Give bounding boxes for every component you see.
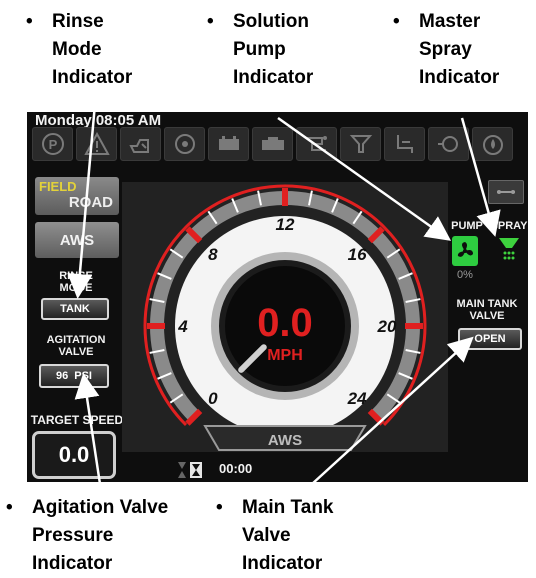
agitation-pressure-unit: PSI bbox=[74, 370, 92, 382]
gauge-tick-label: 12 bbox=[276, 215, 295, 234]
callout-solution-pump: • Solution Pump Indicator bbox=[207, 8, 357, 98]
gauge-tick-label: 4 bbox=[177, 317, 188, 336]
speedometer-panel: 0 4 8 12 16 20 24 0.0 MPH AWS bbox=[122, 182, 448, 452]
hydraulic-icon bbox=[296, 127, 337, 161]
main-tank-valve-label: MAIN TANK VALVE bbox=[456, 298, 518, 322]
pump-percent: 0% bbox=[457, 269, 473, 281]
pump-label: PUMP bbox=[451, 220, 483, 232]
fuel-icon bbox=[428, 127, 469, 161]
main-tank-valve-indicator[interactable]: OPEN bbox=[458, 328, 522, 350]
callout-main-tank-valve: • Main Tank Valve Indicator bbox=[216, 494, 376, 578]
target-speed-label: TARGET SPEED bbox=[30, 413, 124, 427]
aws-button[interactable]: AWS bbox=[35, 222, 119, 258]
rinse-mode-label: RINSE MODE bbox=[59, 270, 93, 294]
speed-unit: MPH bbox=[267, 347, 303, 364]
warning-icon-row: P bbox=[32, 127, 526, 161]
coolant-icon bbox=[164, 127, 205, 161]
pump-fan-icon bbox=[457, 242, 473, 257]
callout-master-spray-text: Master Spray Indicator bbox=[419, 11, 500, 88]
callout-solution-pump-text: Solution Pump Indicator bbox=[233, 11, 314, 88]
alternator-icon bbox=[252, 127, 293, 161]
hourglass-icon bbox=[177, 461, 205, 479]
gauge-tick-label: 8 bbox=[208, 245, 218, 264]
gauge-tick-label: 24 bbox=[347, 389, 367, 408]
expand-icon bbox=[497, 190, 515, 194]
speedometer-gauge: 0 4 8 12 16 20 24 0.0 MPH AWS bbox=[143, 184, 427, 451]
callout-agitation-valve: • Agitation Valve Pressure Indicator bbox=[6, 494, 206, 578]
agitation-valve-indicator[interactable]: 96 PSI bbox=[39, 364, 109, 388]
gauge-tick-label: 0 bbox=[208, 389, 218, 408]
field-label: FIELD bbox=[39, 179, 77, 194]
timer-display: 00:00 bbox=[219, 461, 253, 476]
expand-button[interactable] bbox=[488, 180, 524, 204]
callout-rinse-mode: • Rinse Mode Indicator bbox=[26, 8, 196, 98]
svg-text:P: P bbox=[48, 137, 57, 152]
spray-label: SPRAY bbox=[490, 220, 528, 232]
rinse-mode-indicator[interactable]: TANK bbox=[41, 298, 109, 320]
warning-icon bbox=[76, 127, 117, 161]
parking-brake-icon: P bbox=[32, 127, 73, 161]
callout-main-tank-valve-text: Main Tank Valve Indicator bbox=[242, 497, 334, 574]
speed-value: 0.0 bbox=[257, 301, 313, 345]
gauge-tick-label: 20 bbox=[377, 317, 397, 336]
callout-master-spray: • Master Spray Indicator bbox=[393, 8, 533, 98]
display-screen: Monday 08:05 AM P FIELD ROAD AWS RINSE M… bbox=[27, 112, 528, 482]
spray-nozzle-icon bbox=[499, 238, 519, 260]
agitation-pressure-value: 96 bbox=[56, 370, 69, 382]
callout-agitation-valve-text: Agitation Valve Pressure Indicator bbox=[32, 497, 169, 574]
road-label: ROAD bbox=[68, 194, 113, 211]
gauge-tick-label: 16 bbox=[348, 245, 367, 264]
battery-icon bbox=[208, 127, 249, 161]
main-tank-valve-value: OPEN bbox=[474, 333, 506, 345]
field-road-button[interactable]: FIELD ROAD bbox=[35, 177, 119, 215]
agitation-valve-label: AGITATION VALVE bbox=[46, 334, 106, 358]
gauge-mode-label: AWS bbox=[268, 432, 302, 449]
filter-icon bbox=[340, 127, 381, 161]
seat-icon bbox=[384, 127, 425, 161]
rinse-mode-value: TANK bbox=[60, 303, 90, 315]
master-spray-indicator[interactable] bbox=[497, 236, 521, 264]
solution-pump-indicator[interactable] bbox=[452, 236, 478, 266]
droplet-icon bbox=[472, 127, 513, 161]
target-speed-value[interactable]: 0.0 bbox=[32, 431, 116, 479]
engine-oil-icon bbox=[120, 127, 161, 161]
callout-rinse-mode-text: Rinse Mode Indicator bbox=[52, 11, 133, 88]
